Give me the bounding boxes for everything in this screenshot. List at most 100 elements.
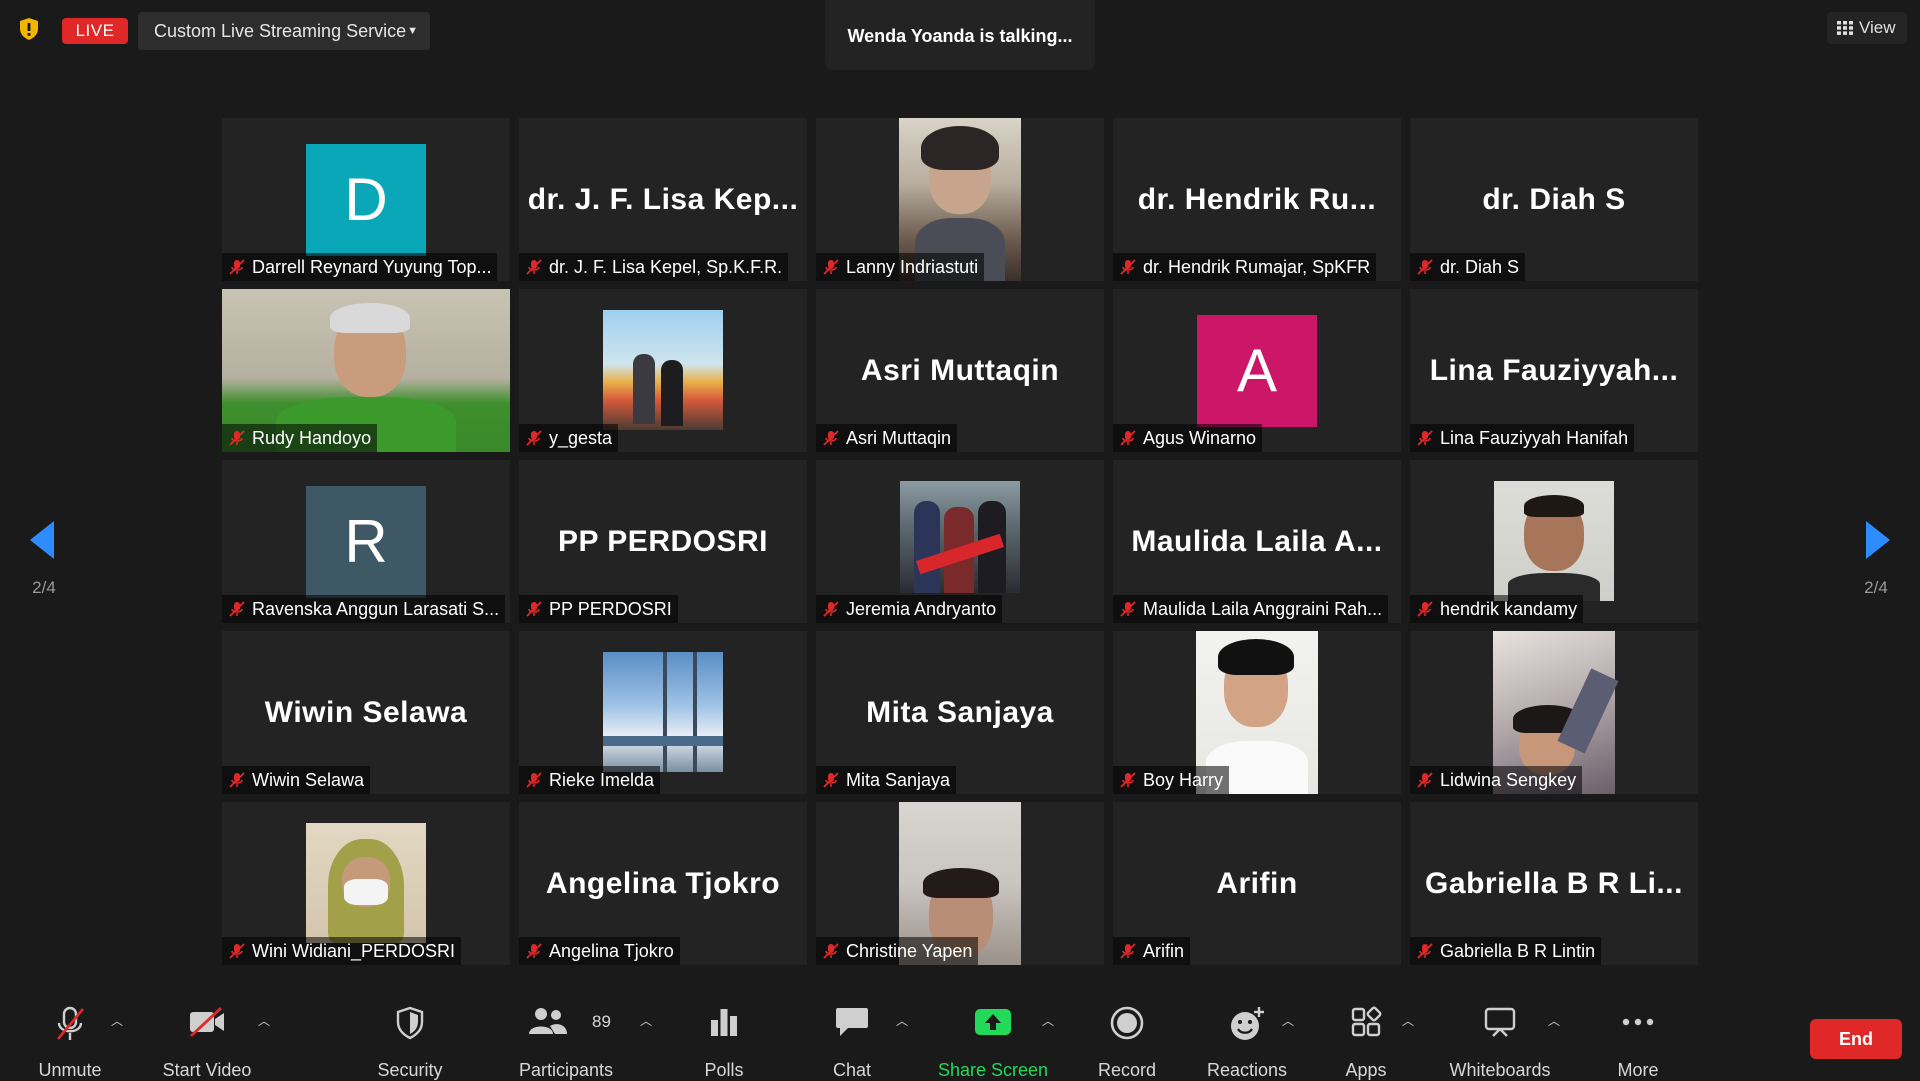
chat-button[interactable]: Chat [812,970,892,1080]
previous-page-arrow-icon[interactable] [22,515,62,565]
participants-options-chevron-icon[interactable]: ︿ [640,1012,652,1029]
reactions-options-chevron-icon[interactable]: ︿ [1282,1012,1294,1029]
participant-tile[interactable]: Boy Harry [1113,631,1401,794]
streaming-service-dropdown[interactable]: Custom Live Streaming Service ▼ [138,12,430,50]
muted-mic-icon [1120,601,1136,617]
name-label: Maulida Laila Anggraini Rah... [1113,595,1389,623]
live-badge[interactable]: LIVE [62,18,128,44]
end-meeting-button[interactable]: End [1810,1019,1902,1059]
next-page-arrow-icon[interactable] [1858,515,1898,565]
participant-display-name: dr. Hendrik Ru... [1137,182,1377,216]
participant-tile[interactable]: hendrik kandamy [1410,460,1698,623]
participant-tile[interactable]: R Ravenska Anggun Larasati S... [222,460,510,623]
participant-tile[interactable]: Wini Widiani_PERDOSRI [222,802,510,965]
participant-tile[interactable]: Asri Muttaqin Asri Muttaqin [816,289,1104,452]
apps-options-chevron-icon[interactable]: ︿ [1402,1012,1414,1029]
polls-label: Polls [704,1060,744,1080]
participant-tile[interactable]: dr. Hendrik Ru... dr. Hendrik Rumajar, S… [1113,118,1401,281]
video-off-icon [190,1006,224,1038]
muted-mic-icon [823,772,839,788]
record-icon [1110,1006,1144,1040]
name-label: y_gesta [519,424,619,452]
more-button[interactable]: More [1598,970,1678,1080]
profile-photo [603,310,723,430]
muted-mic-icon [823,943,839,959]
participant-tile[interactable]: Lidwina Sengkey [1410,631,1698,794]
profile-photo [603,652,723,772]
muted-microphone-icon [57,1006,84,1040]
whiteboards-options-chevron-icon[interactable]: ︿ [1548,1012,1560,1029]
name-label: PP PERDOSRI [519,595,678,623]
chat-options-chevron-icon[interactable]: ︿ [896,1012,908,1029]
participant-display-name: dr. J. F. Lisa Kep... [527,182,799,216]
chat-label: Chat [832,1060,872,1080]
participant-tile[interactable]: dr. Diah S dr. Diah S [1410,118,1698,281]
record-button[interactable]: Record [1086,970,1168,1080]
more-dots-icon [1622,1018,1654,1026]
participant-tile[interactable]: Christine Yapen [816,802,1104,965]
whiteboards-button[interactable]: Whiteboards [1440,970,1560,1080]
participant-display-name: Lina Fauziyyah... [1429,353,1679,387]
profile-photo [900,481,1020,593]
view-button[interactable]: View [1827,12,1907,44]
muted-mic-icon [1417,772,1433,788]
participant-tile[interactable]: Maulida Laila A... Maulida Laila Anggrai… [1113,460,1401,623]
muted-mic-icon [1120,772,1136,788]
record-label: Record [1097,1060,1157,1080]
avatar: D [306,143,426,256]
name-label: Lidwina Sengkey [1410,766,1583,794]
name-label: Asri Muttaqin [816,424,958,452]
name-label: Mita Sanjaya [816,766,957,794]
muted-mic-icon [1417,430,1433,446]
muted-mic-icon [526,601,542,617]
start-video-button[interactable]: Start Video [152,970,262,1080]
unmute-button[interactable]: Unmute [20,970,120,1080]
video-options-chevron-icon[interactable]: ︿ [258,1012,270,1029]
participant-tile[interactable]: Rudy Handoyo [222,289,510,452]
share-options-chevron-icon[interactable]: ︿ [1042,1012,1054,1029]
participant-tile[interactable]: Gabriella B R Li... Gabriella B R Lintin [1410,802,1698,965]
chevron-down-icon: ▼ [407,25,418,37]
participant-display-name: PP PERDOSRI [557,524,768,558]
security-button[interactable]: Security [360,970,460,1080]
apps-button[interactable]: Apps [1326,970,1406,1080]
participant-display-name: Gabriella B R Li... [1425,866,1683,900]
participant-tile[interactable]: dr. J. F. Lisa Kep... dr. J. F. Lisa Kep… [519,118,807,281]
participant-tile[interactable]: A Agus Winarno [1113,289,1401,452]
name-label: Darrell Reynard Yuyung Top... [222,253,498,281]
participant-tile[interactable]: Rieke Imelda [519,631,807,794]
name-label: Jeremia Andryanto [816,595,1003,623]
view-label: View [1859,18,1896,37]
participant-tile[interactable]: y_gesta [519,289,807,452]
encryption-shield-icon[interactable] [14,14,44,44]
participant-tile[interactable]: Lina Fauziyyah... Lina Fauziyyah Hanifah [1410,289,1698,452]
muted-mic-icon [229,943,245,959]
whiteboard-icon [1484,1007,1516,1037]
participant-tile[interactable]: Mita Sanjaya Mita Sanjaya [816,631,1104,794]
participant-tile[interactable]: D Darrell Reynard Yuyung Top... [222,118,510,281]
muted-mic-icon [823,430,839,446]
reactions-button[interactable]: Reactions [1200,970,1294,1080]
apps-label: Apps [1345,1060,1387,1080]
muted-mic-icon [1417,259,1433,275]
gallery-grid: D Darrell Reynard Yuyung Top... dr. J. F… [222,118,1698,965]
top-bar: LIVE Custom Live Streaming Service ▼ Wen… [0,0,1920,70]
participant-tile[interactable]: Lanny Indriastuti [816,118,1104,281]
muted-mic-icon [229,259,245,275]
audio-options-chevron-icon[interactable]: ︿ [111,1012,123,1029]
name-label: Wini Widiani_PERDOSRI [222,937,462,965]
participant-tile[interactable]: Angelina Tjokro Angelina Tjokro [519,802,807,965]
polls-button[interactable]: Polls [684,970,764,1080]
polls-bar-chart-icon [711,1009,737,1036]
participant-tile[interactable]: Jeremia Andryanto [816,460,1104,623]
participant-display-name: dr. Diah S [1482,182,1626,216]
participants-button[interactable]: 89 Participants [506,970,626,1080]
participant-tile[interactable]: PP PERDOSRI PP PERDOSRI [519,460,807,623]
participant-display-name: Wiwin Selawa [264,695,468,729]
participant-tile[interactable]: Wiwin Selawa Wiwin Selawa [222,631,510,794]
name-label: Agus Winarno [1113,424,1263,452]
participant-tile[interactable]: Arifin Arifin [1113,802,1401,965]
name-label: dr. J. F. Lisa Kepel, Sp.K.F.R. [519,253,789,281]
share-screen-button[interactable]: Share Screen [930,970,1056,1080]
muted-mic-icon [823,259,839,275]
